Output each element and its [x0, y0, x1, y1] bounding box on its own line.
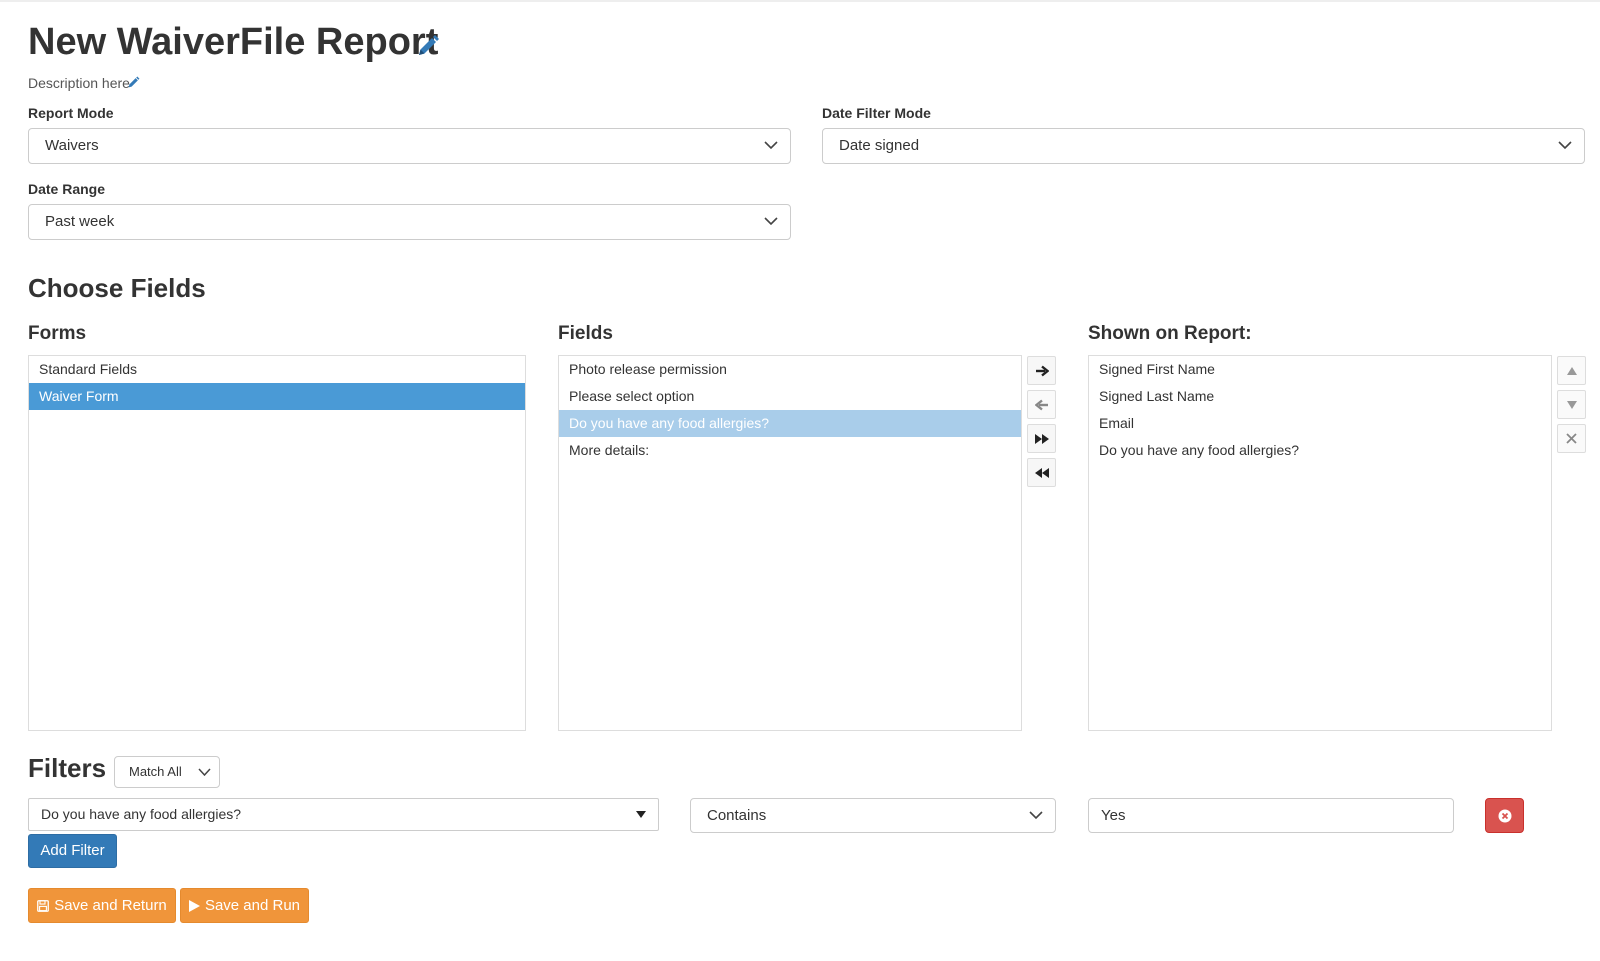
pencil-icon[interactable]: [416, 34, 440, 58]
caret-down-icon: [636, 811, 646, 818]
date-range-value: Past week: [45, 213, 115, 230]
chevron-down-icon: [1029, 811, 1043, 820]
shown-on-report-heading: Shown on Report:: [1088, 323, 1252, 344]
date-filter-mode-value: Date signed: [839, 137, 920, 154]
page-title: New WaiverFile Report: [28, 21, 439, 63]
times-circle-icon: [1498, 809, 1511, 822]
double-arrow-left-icon: [1034, 467, 1049, 478]
shown-list-item[interactable]: Do you have any food allergies?: [1089, 437, 1551, 464]
triangle-down-icon: [1566, 400, 1577, 409]
report-mode-label: Report Mode: [28, 105, 114, 121]
save-and-return-label: Save and Return: [54, 897, 167, 914]
match-mode-select[interactable]: Match All: [114, 756, 220, 788]
date-range-select[interactable]: Past week: [28, 204, 791, 240]
report-description: Description here: [28, 75, 130, 91]
chevron-down-icon: [198, 768, 211, 776]
shown-on-report-list[interactable]: Signed First Name Signed Last Name Email…: [1088, 355, 1552, 731]
filters-heading: Filters: [28, 753, 107, 783]
filter-field-select[interactable]: Do you have any food allergies?: [28, 798, 659, 831]
forms-list-item[interactable]: Standard Fields: [29, 356, 525, 383]
arrow-right-icon: [1035, 365, 1049, 376]
chevron-down-icon: [764, 217, 778, 226]
pencil-icon[interactable]: [127, 76, 140, 89]
move-down-button[interactable]: [1557, 390, 1586, 419]
filter-value-input[interactable]: Yes: [1088, 798, 1454, 833]
filter-operator-value: Contains: [707, 807, 767, 824]
fields-heading: Fields: [558, 323, 613, 344]
floppy-disk-icon: [37, 899, 50, 912]
remove-filter-button[interactable]: [1485, 798, 1524, 833]
match-mode-value: Match All: [129, 764, 182, 779]
report-mode-value: Waivers: [45, 137, 99, 154]
filter-field-value: Do you have any food allergies?: [41, 806, 242, 822]
forms-list-item[interactable]: Waiver Form: [29, 383, 525, 410]
report-mode-select[interactable]: Waivers: [28, 128, 791, 164]
shown-list-item[interactable]: Email: [1089, 410, 1551, 437]
fields-list[interactable]: Photo release permission Please select o…: [558, 355, 1022, 731]
shown-list-item[interactable]: Signed First Name: [1089, 356, 1551, 383]
double-arrow-right-icon: [1034, 433, 1049, 444]
fields-list-item[interactable]: Please select option: [559, 383, 1021, 410]
save-and-return-button[interactable]: Save and Return: [28, 888, 176, 923]
shown-list-item[interactable]: Signed Last Name: [1089, 383, 1551, 410]
fields-list-item[interactable]: More details:: [559, 437, 1021, 464]
date-filter-mode-select[interactable]: Date signed: [822, 128, 1585, 164]
top-divider: [0, 0, 1600, 2]
chevron-down-icon: [1558, 141, 1572, 150]
fields-list-item[interactable]: Photo release permission: [559, 356, 1021, 383]
remove-shown-button[interactable]: [1557, 424, 1586, 453]
remove-field-button[interactable]: [1027, 390, 1056, 419]
choose-fields-heading: Choose Fields: [28, 273, 206, 303]
remove-all-fields-button[interactable]: [1027, 458, 1056, 487]
fields-list-item[interactable]: Do you have any food allergies?: [559, 410, 1021, 437]
add-field-button[interactable]: [1027, 356, 1056, 385]
play-icon: [188, 899, 200, 912]
close-icon: [1566, 433, 1577, 444]
save-and-run-label: Save and Run: [204, 897, 301, 914]
add-filter-button[interactable]: Add Filter: [28, 834, 117, 868]
forms-heading: Forms: [28, 323, 87, 344]
date-range-label: Date Range: [28, 181, 106, 197]
triangle-up-icon: [1566, 366, 1577, 375]
save-and-run-button[interactable]: Save and Run: [180, 888, 309, 923]
filter-operator-select[interactable]: Contains: [690, 798, 1056, 833]
chevron-down-icon: [764, 141, 778, 150]
arrow-left-icon: [1034, 399, 1048, 410]
add-all-fields-button[interactable]: [1027, 424, 1056, 453]
move-up-button[interactable]: [1557, 356, 1586, 385]
forms-list[interactable]: Standard Fields Waiver Form: [28, 355, 526, 731]
date-filter-mode-label: Date Filter Mode: [822, 105, 931, 121]
